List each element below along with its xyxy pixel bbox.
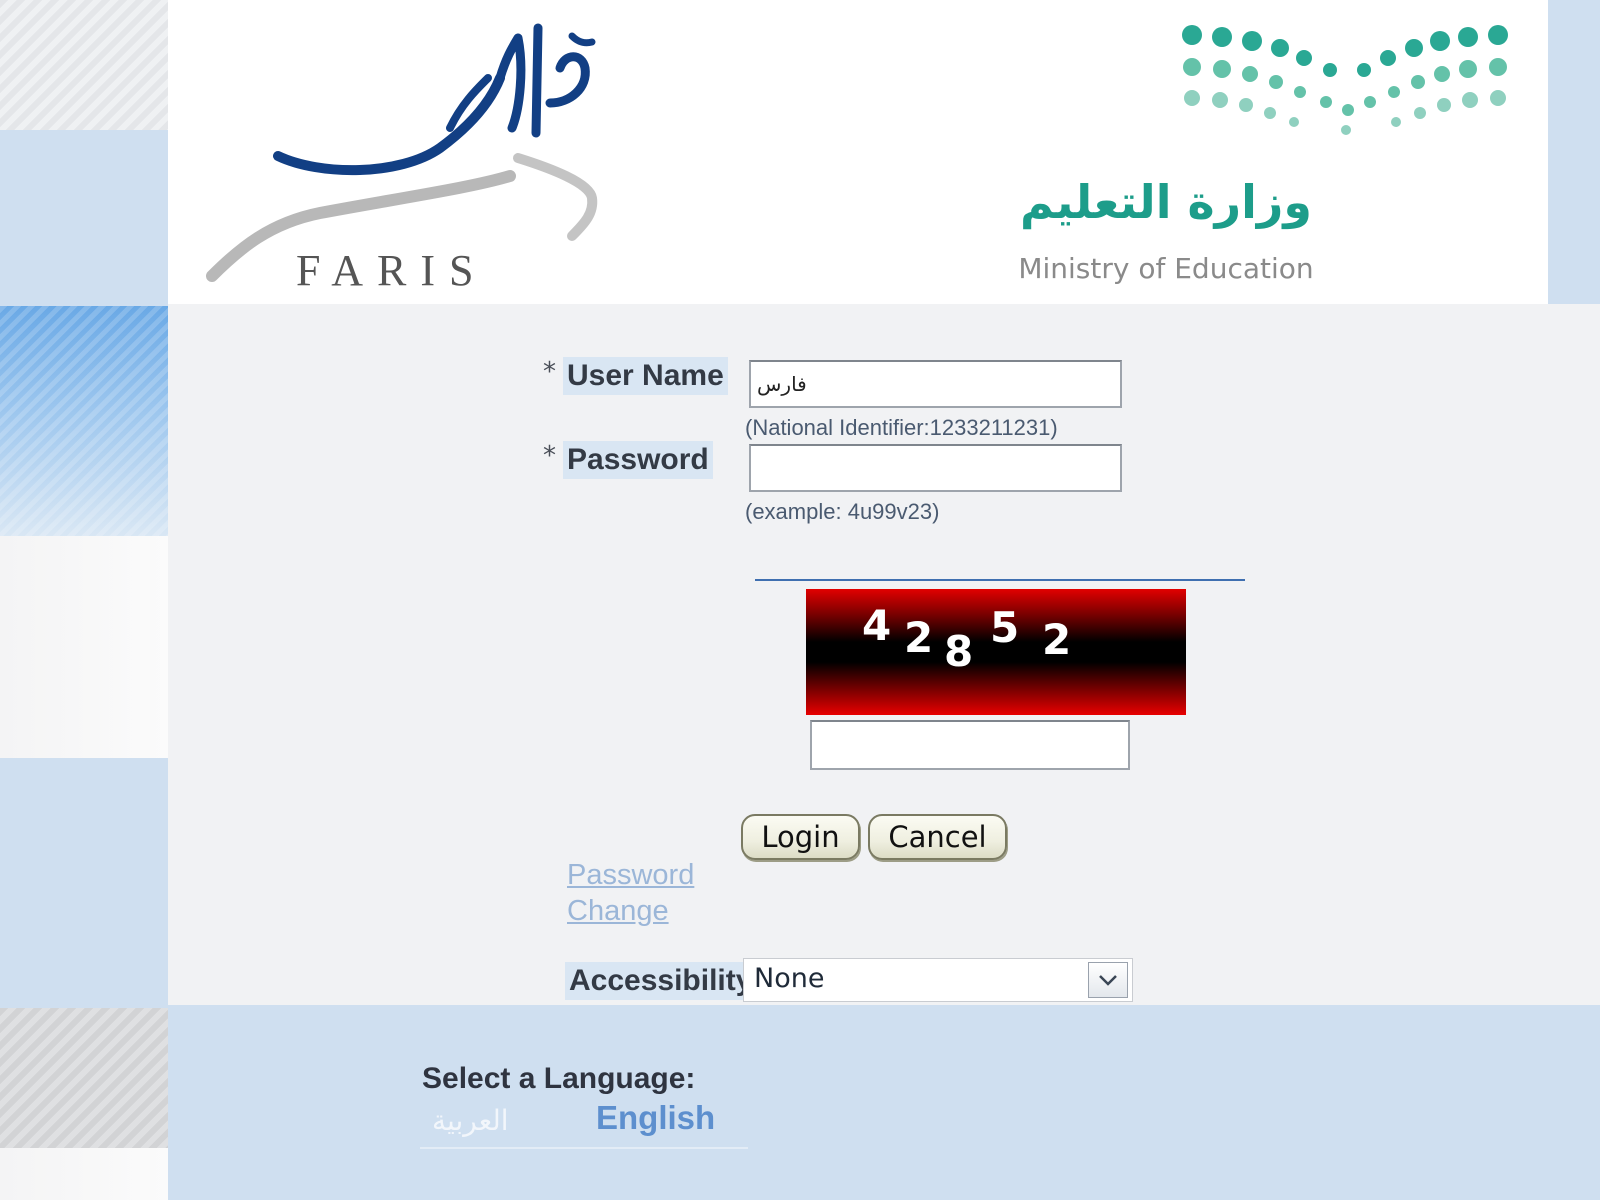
header-right-strip (1548, 0, 1600, 304)
captcha-divider (755, 579, 1245, 581)
language-link-arabic[interactable]: العربية (432, 1104, 509, 1137)
captcha-digit: 5 (990, 603, 1020, 652)
strip-segment (0, 130, 168, 306)
login-button[interactable]: Login (741, 814, 860, 860)
username-hint: (National Identifier:1233211231) (745, 415, 1058, 440)
captcha-input[interactable] (810, 720, 1130, 770)
captcha-digit: 8 (944, 627, 974, 676)
ministry-english-name: Ministry of Education (1018, 252, 1314, 285)
strip-segment (0, 1008, 168, 1148)
username-label: User Name (563, 357, 728, 395)
strip-segment (0, 1148, 168, 1200)
ministry-arabic-name: وزارة التعليم (1020, 175, 1312, 229)
captcha-image: 4 2 8 5 2 (806, 589, 1186, 715)
password-hint: (example: 4u99v23) (745, 499, 940, 524)
required-marker: * (543, 441, 556, 471)
select-language-label: Select a Language: (422, 1062, 696, 1095)
faris-logo: FARIS (200, 8, 620, 298)
strip-segment (0, 0, 168, 130)
page-footer (168, 1005, 1600, 1200)
captcha-digit: 2 (1042, 615, 1072, 664)
accessibility-selected-value: None (754, 963, 825, 994)
chevron-down-icon[interactable] (1088, 962, 1128, 998)
password-change-link[interactable]: Password Change (567, 857, 737, 929)
accessibility-label: Accessibility (565, 962, 757, 1000)
captcha-digit: 2 (904, 613, 934, 662)
password-input[interactable] (749, 444, 1122, 492)
footer-divider (420, 1147, 748, 1149)
ministry-logo: وزارة التعليم Ministry of Education (990, 10, 1530, 300)
language-link-english[interactable]: English (596, 1099, 715, 1137)
password-label: Password (563, 441, 713, 479)
required-marker: * (543, 357, 556, 387)
strip-segment (0, 306, 168, 536)
captcha-digit: 4 (862, 601, 892, 650)
left-decorative-strip (0, 0, 168, 1200)
strip-segment (0, 536, 168, 758)
faris-logo-text: FARIS (296, 246, 487, 295)
username-input[interactable] (749, 360, 1122, 408)
accessibility-select[interactable]: None (743, 958, 1133, 1002)
cancel-button[interactable]: Cancel (868, 814, 1007, 860)
strip-segment (0, 758, 168, 1008)
